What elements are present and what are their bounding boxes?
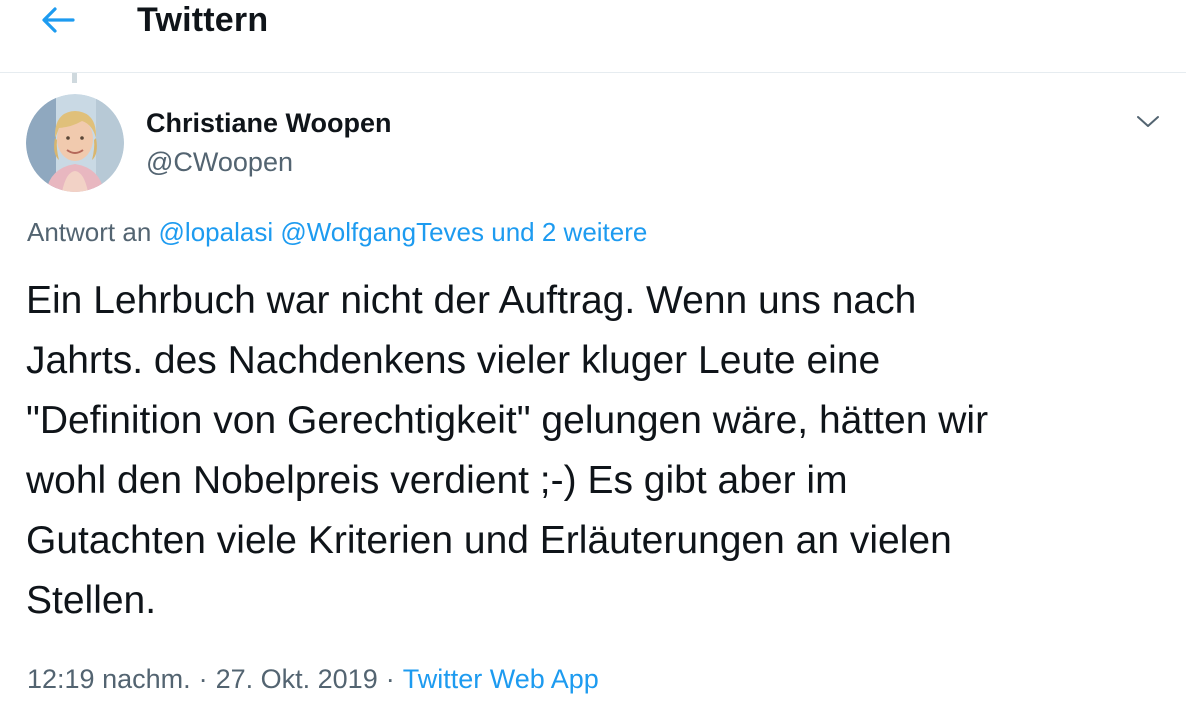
- avatar[interactable]: [26, 94, 124, 192]
- tweet-date[interactable]: 27. Okt. 2019: [216, 664, 378, 694]
- reply-prefix: Antwort an: [27, 217, 152, 247]
- back-button[interactable]: [36, 2, 80, 38]
- chevron-down-icon: [1137, 116, 1159, 127]
- tweet-text: Ein Lehrbuch war nicht der Auftrag. Wenn…: [26, 279, 989, 622]
- page-title: Twittern: [137, 1, 269, 39]
- top-bar: Twittern: [0, 0, 1186, 73]
- mention-link[interactable]: @lopalasi: [159, 217, 274, 247]
- more-options-button[interactable]: [1126, 105, 1170, 139]
- arrow-left-icon: [42, 7, 75, 33]
- tweet-time[interactable]: 12:19 nachm.: [27, 664, 191, 694]
- tweet-meta: 12:19 nachm. · 27. Okt. 2019 · Twitter Web A…: [27, 661, 599, 697]
- more-mentions-link[interactable]: und 2 weitere: [491, 217, 647, 247]
- author-name[interactable]: Christiane Woopen: [146, 106, 392, 140]
- mention-link[interactable]: @WolfgangTeves: [280, 217, 484, 247]
- tweet-source-link[interactable]: Twitter Web App: [403, 664, 599, 694]
- thread-connector-line: [72, 73, 77, 83]
- meta-separator: ·: [198, 664, 208, 694]
- meta-separator: ·: [385, 664, 395, 694]
- author-handle[interactable]: @CWoopen: [146, 145, 293, 179]
- profile-photo-icon: [26, 94, 124, 192]
- reply-context: Antwort an @lopalasi @WolfgangTeves und …: [27, 214, 647, 250]
